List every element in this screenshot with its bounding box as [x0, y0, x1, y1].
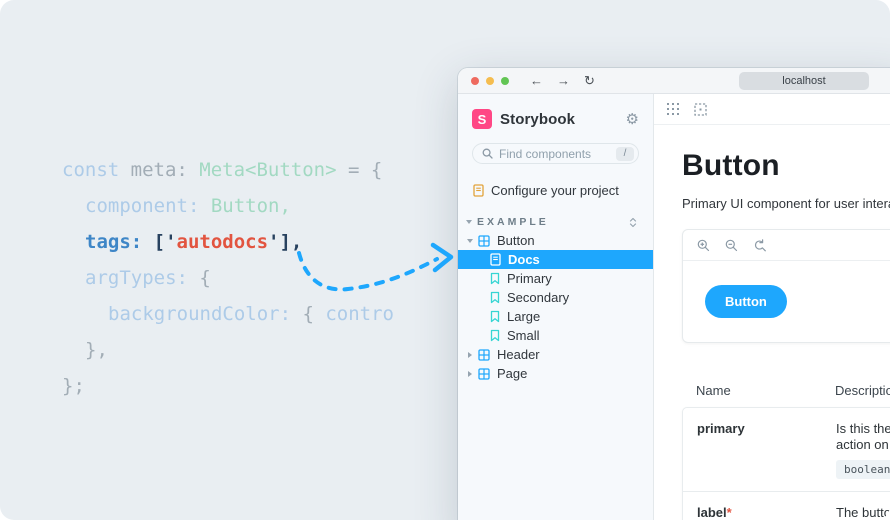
sidebar-item-label: Small: [507, 328, 540, 343]
bookmark-icon: [490, 329, 500, 342]
component-icon: [478, 368, 490, 380]
preview-toolbar: [683, 230, 890, 261]
args-table: Name Description primary Is this the pri…: [682, 383, 890, 520]
zoom-out-icon[interactable]: [725, 239, 738, 252]
sidebar-item-label: Button: [497, 233, 535, 248]
minimize-window-button[interactable]: [486, 77, 494, 85]
address-bar[interactable]: localhost: [739, 72, 869, 90]
code-snippet: const meta: Meta<Button> = { component: B…: [62, 152, 394, 404]
sidebar-item-configure[interactable]: Configure your project: [458, 181, 653, 200]
code-token: contro: [325, 303, 394, 325]
sidebar-item-label: Configure your project: [491, 183, 619, 198]
gear-icon[interactable]: ⚙: [626, 112, 639, 127]
component-icon: [478, 349, 490, 361]
code-token: Button,: [211, 195, 291, 217]
code-token: backgroundColor:: [108, 303, 302, 325]
primary-button-demo[interactable]: Button: [705, 285, 787, 318]
page-subtitle: Primary UI component for user interactio…: [682, 196, 890, 211]
table-row: primary Is this the principal call to ac…: [683, 408, 890, 491]
table-row: label* The button label string: [683, 491, 890, 520]
code-token: };: [62, 375, 85, 397]
arg-description: action on this page: [836, 437, 890, 453]
sidebar-item-label: Primary: [507, 271, 552, 286]
maximize-window-button[interactable]: [501, 77, 509, 85]
browser-titlebar: ← → ↻ localhost: [458, 68, 890, 94]
sidebar-item-label: Secondary: [507, 290, 569, 305]
browser-window: ← → ↻ localhost S Storybook ⚙ Find compo…: [458, 68, 890, 520]
sidebar-item-button-group[interactable]: Button: [458, 231, 653, 250]
chevron-down-icon: [467, 239, 473, 243]
hero-card: const meta: Meta<Button> = { component: B…: [0, 0, 890, 520]
chevron-down-icon: [466, 220, 472, 224]
code-token: '],: [268, 231, 302, 253]
storybook-logo: S: [472, 109, 492, 129]
sidebar-item-label: Large: [507, 309, 540, 324]
docs-panel: Button Primary UI component for user int…: [654, 94, 890, 520]
sidebar-item-primary[interactable]: Primary: [458, 269, 653, 288]
code-token: meta:: [131, 159, 200, 181]
search-icon: [482, 148, 493, 159]
code-token: {: [199, 267, 210, 289]
reload-icon[interactable]: ↻: [584, 74, 595, 87]
chevron-right-icon: [468, 371, 472, 377]
chevron-right-icon: [468, 352, 472, 358]
bookmark-icon: [490, 272, 500, 285]
sidebar-item-header-group[interactable]: Header: [458, 345, 653, 364]
sidebar-item-page-group[interactable]: Page: [458, 364, 653, 383]
code-token: {: [302, 303, 325, 325]
storybook-sidebar: S Storybook ⚙ Find components /: [458, 94, 654, 520]
sidebar-item-docs-selected[interactable]: Docs: [458, 250, 653, 269]
document-icon: [490, 253, 501, 266]
forward-icon[interactable]: →: [557, 74, 570, 87]
bookmark-icon: [490, 310, 500, 323]
component-icon: [478, 235, 490, 247]
code-token-autodocs: autodocs: [177, 231, 269, 253]
sidebar-item-label: Page: [497, 366, 527, 381]
arg-description: The button label: [836, 505, 890, 520]
code-token: const: [62, 159, 131, 181]
arg-description: Is this the principal call to: [836, 421, 890, 437]
sidebar-item-secondary[interactable]: Secondary: [458, 288, 653, 307]
section-label: EXAMPLE: [477, 216, 629, 228]
zoom-reset-icon[interactable]: [753, 239, 767, 252]
brand-title: Storybook: [500, 111, 626, 128]
page-title: Button: [682, 149, 890, 183]
arg-name: primary: [697, 421, 836, 479]
type-badge: boolean: [836, 460, 890, 479]
sidebar-item-small[interactable]: Small: [458, 326, 653, 345]
sidebar-item-large[interactable]: Large: [458, 307, 653, 326]
sidebar-item-label: Header: [497, 347, 540, 362]
expand-collapse-icon[interactable]: [629, 217, 637, 228]
search-shortcut-badge: /: [616, 147, 634, 161]
code-token: },: [85, 339, 108, 361]
sidebar-item-label: Docs: [508, 252, 540, 267]
code-token: [': [154, 231, 177, 253]
arg-name: label: [697, 505, 727, 520]
column-header-description: Description: [835, 383, 890, 398]
zoom-in-icon[interactable]: [697, 239, 710, 252]
required-asterisk: *: [727, 505, 732, 520]
back-icon[interactable]: ←: [530, 74, 543, 87]
column-header-name: Name: [696, 383, 835, 398]
code-token: argTypes:: [85, 267, 199, 289]
grid-icon[interactable]: [667, 103, 679, 115]
code-token-tags: tags:: [85, 231, 154, 253]
code-token: component:: [85, 195, 211, 217]
document-icon: [473, 184, 484, 197]
close-window-button[interactable]: [471, 77, 479, 85]
sidebar-section-example[interactable]: EXAMPLE: [458, 213, 653, 231]
bookmark-icon: [490, 291, 500, 304]
search-input[interactable]: Find components /: [472, 143, 639, 164]
code-token: Meta<Button>: [199, 159, 336, 181]
search-placeholder: Find components: [499, 147, 616, 161]
outline-icon[interactable]: [694, 103, 707, 116]
story-preview-card: Button: [682, 229, 890, 343]
code-token: = {: [337, 159, 383, 181]
canvas-toolbar: [654, 94, 890, 125]
